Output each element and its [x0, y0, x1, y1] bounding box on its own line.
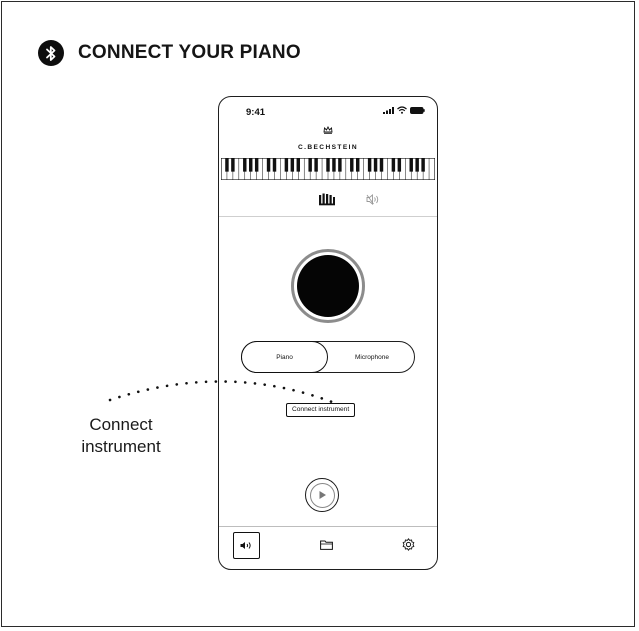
black-key [254, 158, 259, 172]
record-button[interactable] [291, 249, 365, 323]
phone-mockup: 9:41 C.BECHSTEIN Microphone Piano Connec… [218, 96, 438, 570]
black-key [266, 158, 271, 172]
black-key [355, 158, 360, 172]
black-key [290, 158, 295, 172]
status-icons [383, 106, 425, 114]
black-key [272, 158, 277, 172]
hands-icon[interactable] [318, 193, 336, 206]
wifi-icon [397, 106, 407, 114]
tabbar-divider [219, 526, 437, 527]
black-key [243, 158, 247, 172]
crown-icon [323, 126, 333, 134]
black-key [338, 158, 342, 172]
black-key [421, 158, 425, 172]
black-key [397, 158, 402, 172]
black-key [415, 158, 419, 172]
play-button[interactable] [305, 478, 339, 512]
battery-icon [410, 106, 425, 114]
black-key [367, 158, 372, 172]
speaker-icon[interactable] [233, 532, 260, 559]
black-key [326, 158, 330, 172]
black-key [391, 158, 396, 172]
brand-name: C.BECHSTEIN [297, 144, 359, 151]
page-heading: CONNECT YOUR PIANO [38, 38, 301, 68]
black-key [308, 158, 312, 172]
piano-keyboard[interactable] [221, 158, 435, 180]
mute-icon[interactable] [366, 194, 380, 205]
page-title: CONNECT YOUR PIANO [78, 42, 301, 63]
black-key [350, 158, 354, 172]
gear-icon[interactable] [402, 538, 415, 551]
connect-instrument-button[interactable]: Connect instrument [286, 403, 356, 417]
brand-logo: C.BECHSTEIN [219, 126, 437, 154]
callout-line-1: Connect [89, 415, 153, 434]
black-key [314, 158, 318, 172]
bluetooth-icon [38, 40, 64, 66]
input-source-toggle: Microphone Piano [241, 341, 415, 373]
folder-icon[interactable] [320, 540, 333, 550]
header-divider [219, 216, 437, 217]
black-key [284, 158, 289, 172]
record-button-core [297, 255, 359, 317]
black-key [409, 158, 413, 172]
piano-option[interactable]: Piano [241, 341, 328, 373]
mode-selector [219, 190, 437, 212]
black-key [248, 158, 253, 172]
play-icon [309, 482, 335, 508]
black-key [379, 158, 384, 172]
callout-label: Connect instrument [66, 414, 176, 458]
status-time: 9:41 [246, 107, 266, 118]
microphone-option[interactable]: Microphone [330, 342, 414, 372]
black-key [296, 158, 301, 172]
callout-line-2: instrument [81, 437, 161, 456]
black-key [332, 158, 336, 172]
black-key [373, 158, 378, 172]
signal-icon [383, 106, 394, 114]
black-key [231, 158, 235, 172]
black-key [225, 158, 229, 172]
